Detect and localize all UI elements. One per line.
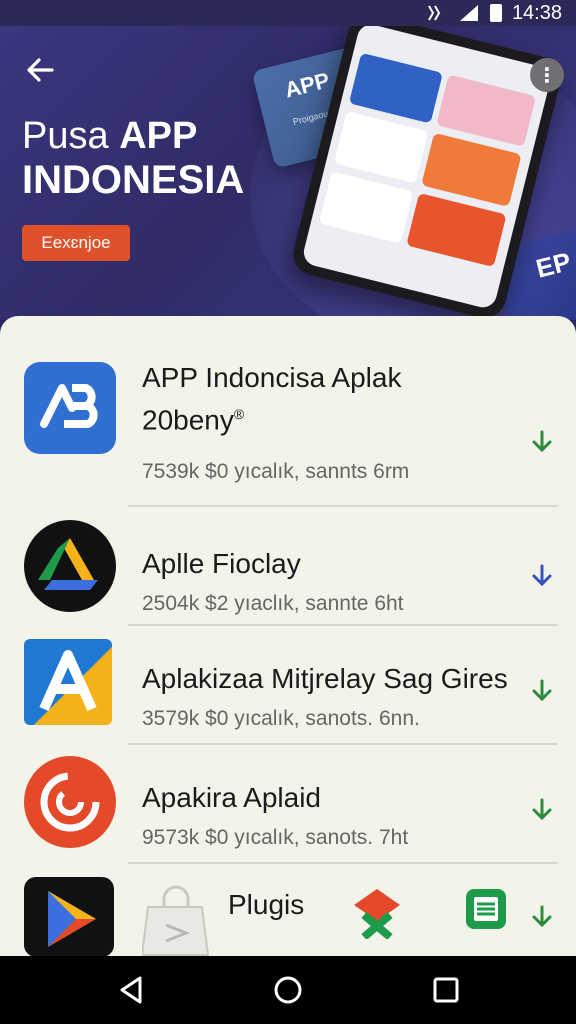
registered-mark: ® [233, 406, 245, 422]
app-meta: 2504k $2 yıaclık, sannte 6ht [142, 592, 404, 615]
spiral-logo-icon [40, 772, 100, 832]
play-logo-icon [48, 891, 96, 947]
list-item[interactable]: Apakira Aplaid 9573k $0 yıcalık, sanots.… [0, 744, 576, 862]
shopping-bag-icon [142, 885, 210, 956]
signal-icon [459, 5, 478, 21]
nav-home-icon[interactable] [270, 972, 306, 1008]
app-icon-spiral [24, 756, 116, 848]
app-name: Aplakizaa Mitjrelay Sag Gires [142, 663, 508, 694]
list-item[interactable]: APP Indoncisa Aplak 20beny® 7539k $0 yıc… [0, 316, 576, 506]
phone-tile-photo [318, 171, 414, 244]
phone-tile-orange [421, 132, 522, 207]
list-item[interactable]: Aplle Fioclay 2504k $2 yıaclık, sannte 6… [0, 506, 576, 624]
phone-tile-white [333, 110, 429, 184]
battery-icon [489, 4, 502, 22]
app-icon-play [24, 877, 114, 956]
app-name-line2: 20beny [142, 404, 234, 436]
ab-logo-icon [40, 384, 98, 428]
download-icon[interactable] [530, 562, 554, 590]
ep-card-label: EP [532, 246, 574, 284]
drive-logo-icon [38, 538, 98, 590]
sheets-icon [466, 889, 506, 929]
gift-box-icon [354, 889, 400, 939]
app-icon-drive [24, 520, 116, 612]
app-name: APP Indoncisa Aplak 20beny® [142, 360, 401, 438]
system-nav-bar [0, 956, 576, 1024]
app-list-sheet: APP Indoncisa Aplak 20beny® 7539k $0 yıc… [0, 316, 576, 956]
download-icon[interactable] [530, 677, 554, 705]
app-card-label: APP [282, 67, 333, 103]
app-meta: 3579k $0 yıcalık, sanots. 6nn. [142, 707, 420, 730]
hero-title-line2: INDONESIA [22, 158, 245, 202]
app-name-line1: APP Indoncisa Aplak [142, 362, 402, 393]
a-logo-icon [39, 650, 97, 712]
back-arrow-icon[interactable] [22, 52, 58, 88]
hero-title: Pusa APP INDONESIA [22, 114, 244, 202]
app-meta: 7539k $0 yıcalık, sannts 6rm [142, 460, 410, 483]
nav-recents-icon[interactable] [428, 972, 464, 1008]
phone-tile-blue [348, 52, 443, 124]
app-meta: 9573k $0 yıcalık, sanots. 7ht [142, 826, 409, 849]
app-name: Plugis [228, 889, 305, 920]
app-name: Apakira Aplaid [142, 782, 322, 813]
app-icon-a [24, 639, 112, 725]
app-name: Aplle Fioclay [142, 548, 301, 579]
list-item[interactable]: Plugis [0, 863, 576, 956]
download-icon[interactable] [530, 903, 554, 931]
status-bar: 14:38 [0, 0, 576, 26]
nav-back-icon[interactable] [114, 972, 150, 1008]
explore-button[interactable]: Eexɛnjoe [22, 225, 130, 261]
list-item[interactable]: Aplakizaa Mitjrelay Sag Gires 3579k $0 y… [0, 625, 576, 743]
notification-icon [428, 5, 441, 21]
hero-banner: Pusa APP INDONESIA Eexɛnjoe APP Proigaou… [0, 26, 576, 320]
status-time: 14:38 [511, 1, 562, 24]
download-icon[interactable] [530, 796, 554, 824]
hero-title-prefix: Pusa [22, 115, 109, 157]
app-icon-ab [24, 362, 116, 454]
phone-tile-red [406, 192, 507, 268]
more-options-icon[interactable]: ⋮ [530, 58, 564, 92]
phone-tile-pink [436, 74, 537, 147]
hero-title-bold: APP [119, 115, 198, 157]
download-icon[interactable] [530, 428, 554, 456]
